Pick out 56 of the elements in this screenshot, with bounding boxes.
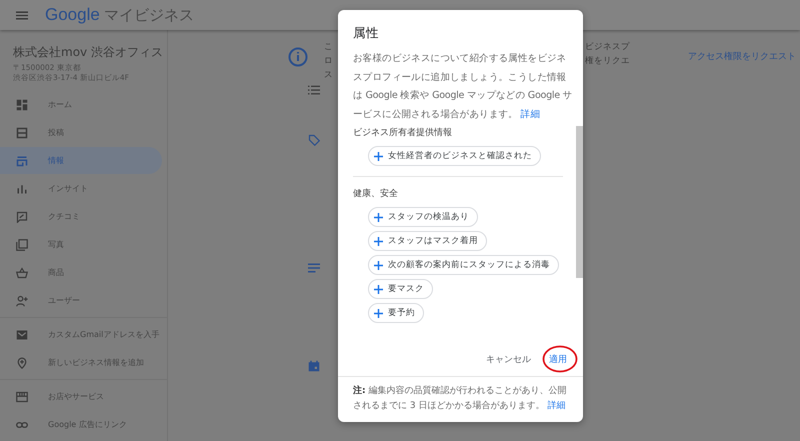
note-text: 注: 編集内容の品質確認が行われることがあり、公開されるまでに 3 日ほどかかる場合があります。 詳細 — [353, 384, 568, 413]
cancel-button[interactable]: キャンセル — [484, 348, 533, 370]
plus-icon — [374, 236, 383, 246]
banner-text: ビジネスプ — [585, 40, 630, 54]
banner-text: こ — [324, 41, 333, 54]
basket-icon — [16, 266, 28, 278]
bar-chart-icon — [16, 182, 28, 194]
add-user-icon — [16, 294, 28, 306]
store-icon — [16, 154, 28, 166]
tag-icon — [308, 134, 320, 146]
text-lines-icon — [308, 262, 320, 274]
storefront-icon — [16, 390, 28, 402]
list-icon — [308, 84, 320, 96]
google-logo: Google — [45, 5, 100, 25]
product-title: マイビジネス — [104, 6, 194, 24]
sidebar-item[interactable]: 投稿 — [0, 119, 162, 146]
plus-icon — [374, 152, 383, 160]
attribute-chip[interactable]: 要予約 — [368, 303, 424, 323]
details-link[interactable]: 詳細 — [547, 401, 566, 411]
business-name: 株式会社mov 渋谷オフィス — [13, 44, 163, 61]
post-icon — [16, 126, 28, 138]
attribute-chip[interactable]: スタッフはマスク着用 — [368, 231, 487, 251]
dialog-title: 属性 — [352, 24, 380, 42]
mail-icon — [16, 328, 28, 340]
plus-icon — [374, 308, 383, 318]
sidebar-item[interactable]: カスタムGmailアドレスを入手 — [0, 321, 162, 348]
attribute-chip[interactable]: 要マスク — [368, 279, 433, 299]
sidebar-item[interactable]: 新しいビジネス情報を追加 — [0, 349, 162, 376]
calendar-icon — [308, 360, 320, 372]
section-heading: ビジネス所有者提供情報 — [353, 126, 453, 139]
photos-icon — [16, 238, 28, 250]
details-link[interactable]: 詳細 — [520, 108, 540, 120]
attribute-chip[interactable]: 女性経営者のビジネスと確認された — [368, 146, 541, 166]
request-access-link[interactable]: アクセス権限をリクエスト — [688, 50, 796, 63]
plus-icon — [374, 260, 383, 270]
sidebar-item[interactable]: 商品 — [0, 259, 162, 286]
info-icon — [288, 47, 308, 67]
plus-icon — [374, 212, 383, 222]
highlight-circle — [542, 345, 578, 373]
review-icon — [16, 210, 28, 222]
sidebar-item[interactable]: 写真 — [0, 231, 162, 258]
sidebar-item[interactable]: 情報 — [0, 147, 162, 174]
sidebar-item[interactable]: Google 広告にリンク — [0, 411, 162, 438]
add-location-icon — [16, 356, 28, 368]
banner-text: ロ — [324, 55, 333, 68]
attribute-chip[interactable]: スタッフの検温あり — [368, 207, 478, 227]
plus-icon — [374, 284, 383, 294]
menu-icon[interactable] — [16, 10, 28, 20]
sidebar-item[interactable]: インサイト — [0, 175, 162, 202]
banner-text: 権をリクエ — [585, 55, 630, 68]
dialog-description: お客様のビジネスについて紹介する属性をビジネスプロフィールに追加しましょう。こうした情報は Google 検索や Google マップなどの Google サービスに公開される場合があります。 詳細 — [353, 52, 574, 122]
scrollbar-thumb[interactable] — [576, 126, 583, 278]
attribute-chip[interactable]: 次の顧客の案内前にスタッフによる消毒 — [368, 255, 559, 275]
dashboard-icon — [16, 98, 28, 110]
section-heading: 健康、安全 — [353, 188, 399, 200]
banner-text: ス — [324, 69, 333, 82]
